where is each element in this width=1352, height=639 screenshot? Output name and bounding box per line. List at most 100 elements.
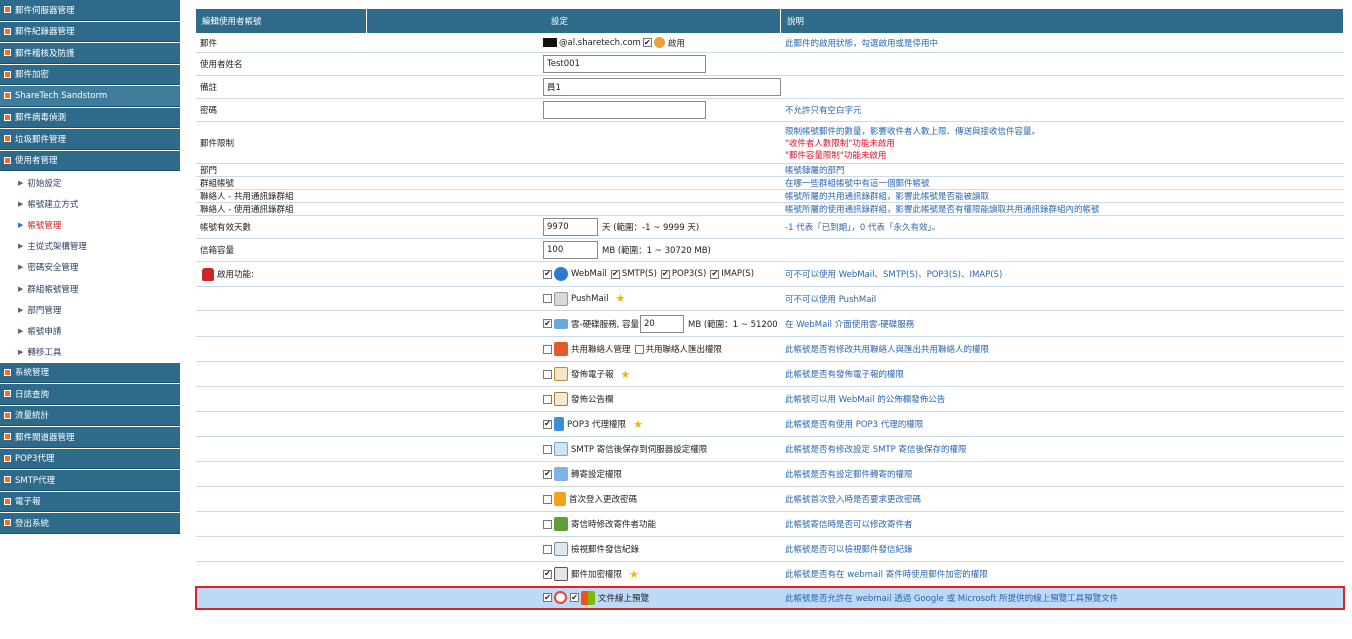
table-row: PushMail ★ 可不可以使用 PushMail [196, 287, 1344, 311]
table-row: 聯絡人 - 使用通訊錄群組 帳號所屬的使用通訊錄群組，影響此帳號是否有權限能讀取… [196, 203, 1344, 216]
note-input[interactable] [543, 78, 781, 96]
row-description: 此帳號首次登入時是否要求更改密碼 [785, 495, 922, 505]
pushmail-checkbox[interactable] [543, 294, 552, 303]
forward-mail-icon [554, 467, 568, 481]
sidebar-sub-password-security[interactable]: ▶ 密碼安全管理 [0, 257, 183, 278]
sidebar: 郵件伺服器管理 郵件紀錄器管理 郵件稽核及防護 郵件加密 ShareTech S… [0, 0, 183, 639]
quota-input[interactable] [543, 241, 598, 259]
header-col-edit: 編輯使用者帳號 [196, 9, 367, 33]
shared-contacts-export-checkbox[interactable] [634, 344, 644, 354]
sidebar-item-spam[interactable]: 垃圾郵件管理 [0, 129, 180, 150]
view-log-checkbox[interactable] [543, 544, 552, 554]
user-icon [653, 37, 665, 48]
row-description: 帳號隸屬的部門 [785, 166, 845, 176]
cloud-drive-icon [554, 318, 568, 329]
row-description: 此帳號寄信時是否可以修改寄件者 [785, 520, 913, 530]
sidebar-item-mail-server[interactable]: 郵件伺服器管理 [0, 0, 180, 21]
newsletter-checkbox[interactable] [543, 369, 552, 379]
cloud-quota-input[interactable] [639, 314, 684, 333]
sidebar-item-logout[interactable]: 登出系統 [0, 513, 180, 534]
sidebar-sub-apply[interactable]: ▶ 帳號申請 [0, 320, 183, 341]
sidebar-sub-initial[interactable]: ▶ 初始設定 [0, 172, 183, 193]
triangle-right-icon: ▶ [18, 220, 24, 229]
pushmail-icon [554, 291, 568, 306]
table-row: 密碼 不允許只有空白字元 [196, 99, 1344, 122]
sidebar-item-sandstorm[interactable]: ShareTech Sandstorm [0, 86, 180, 107]
sidebar-item-mail-recorder[interactable]: 郵件紀錄器管理 [0, 21, 180, 42]
row-description: 帳號所屬的共用通訊錄群組，影響此帳號是否能被讀取 [785, 192, 990, 202]
microsoft-icon [581, 590, 595, 605]
sidebar-sub-account-manage[interactable]: ▶ 帳號管理 [0, 214, 183, 235]
bullet-icon [4, 49, 11, 57]
row-description: 在哪一些群組帳號中有這一個郵件帳號 [785, 179, 930, 189]
row-label: 聯絡人 - 共用通訊錄群組 [200, 192, 294, 202]
smtp-checkbox[interactable]: ✔ [610, 269, 620, 279]
sidebar-sub-migrate[interactable]: ▶ 轉移工具 [0, 342, 183, 363]
cloud-checkbox[interactable]: ✔ [543, 319, 552, 328]
table-row: 發佈公告欄 此帳號可以用 WebMail 的公佈欄發佈公告 [196, 387, 1344, 412]
password-input[interactable] [543, 101, 706, 119]
sidebar-item-audit[interactable]: 郵件稽核及防護 [0, 43, 180, 64]
email-enable-checkbox[interactable]: ✔ [642, 38, 652, 47]
sidebar-item-virus[interactable]: 郵件病毒偵測 [0, 107, 180, 128]
row-description: 在 WebMail 介面使用雲-硬碟服務 [785, 319, 915, 330]
forward-checkbox[interactable]: ✔ [543, 469, 552, 479]
online-view-microsoft-checkbox[interactable]: ✔ [570, 593, 579, 602]
sidebar-sub-create-method[interactable]: ▶ 帳號建立方式 [0, 193, 183, 214]
table-row: ✔ POP3 代理權限 ★ 此帳號是否有使用 POP3 代理的權限 [196, 412, 1344, 437]
online-view-google-checkbox[interactable]: ✔ [543, 593, 552, 602]
username-input[interactable] [543, 55, 706, 73]
bullet-icon [4, 497, 11, 505]
contacts-icon [554, 342, 568, 356]
valid-days-input[interactable] [543, 218, 598, 236]
sidebar-item-encryption[interactable]: 郵件加密 [0, 64, 180, 85]
modify-sender-checkbox[interactable] [543, 519, 552, 529]
row-description: 可不可以使用 WebMail、SMTP(S)、POP3(S)、IMAP(S) [785, 270, 1003, 280]
first-login-checkbox[interactable] [543, 494, 552, 504]
row-label: 聯絡人 - 使用通訊錄群組 [200, 205, 294, 215]
bullet-icon [4, 411, 11, 419]
sidebar-sub-department[interactable]: ▶ 部門管理 [0, 299, 183, 320]
sidebar-item-traffic[interactable]: 流量統計 [0, 405, 180, 427]
sidebar-sub-group-account[interactable]: ▶ 群組帳號管理 [0, 278, 183, 299]
sidebar-item-gateway[interactable]: 郵件閘道器管理 [0, 427, 180, 448]
triangle-right-icon: ▶ [18, 178, 24, 187]
header-col-settings: 設定 [367, 9, 781, 33]
bullet-icon [4, 70, 11, 78]
padlock-icon [554, 492, 566, 506]
sidebar-item-pop3[interactable]: POP3代理 [0, 448, 180, 470]
row-description: 此帳號是否可以檢視郵件發信紀錄 [785, 545, 913, 555]
bullet-icon [4, 433, 11, 441]
row-description: 此帳號是否有修改設定 SMTP 寄信後保存的權限 [785, 445, 967, 455]
redacted-block [543, 38, 557, 47]
bulletin-checkbox[interactable] [543, 394, 552, 404]
triangle-right-icon: ▶ [18, 348, 24, 357]
bulletin-icon [554, 392, 568, 406]
pop3-proxy-checkbox[interactable]: ✔ [543, 419, 552, 429]
bullet-icon [4, 92, 11, 100]
webmail-checkbox[interactable]: ✔ [543, 269, 552, 279]
table-row: 聯絡人 - 共用通訊錄群組 帳號所屬的共用通訊錄群組，影響此帳號是否能被讀取 [196, 190, 1344, 203]
table-row: 檢視郵件發信紀錄 此帳號是否可以檢視郵件發信紀錄 [196, 537, 1344, 562]
bullet-icon [4, 519, 11, 527]
sidebar-item-system[interactable]: 系統管理 [0, 362, 180, 384]
account-edit-table: 編輯使用者帳號 設定 說明 郵件 @al.sharetech.com ✔ 啟用 … [195, 9, 1345, 610]
sidebar-sub-master-slave[interactable]: ▶ 主從式架構管理 [0, 236, 183, 257]
sidebar-item-newsletter[interactable]: 電子報 [0, 491, 180, 513]
row-label: 郵件限制 [200, 138, 235, 149]
table-row: 郵件 @al.sharetech.com ✔ 啟用 此郵件的啟用狀態，勾選啟用或… [196, 33, 1344, 53]
sidebar-item-smtp[interactable]: SMTP代理 [0, 470, 180, 491]
smtp-save-checkbox[interactable] [543, 444, 552, 454]
table-row: 帳號有效天數 天 (範圍：-1 ~ 9999 天) -1 代表「已到期」，0 代… [196, 216, 1344, 239]
row-description: 此帳號是否有設定郵件轉寄的權限 [785, 470, 913, 480]
row-description: -1 代表「已到期」，0 代表「永久有效」。 [785, 223, 941, 233]
imap-checkbox[interactable]: ✔ [710, 269, 720, 279]
sidebar-item-log[interactable]: 日誌查詢 [0, 384, 180, 405]
row-description: 此帳號是否有修改共用聯絡人與匯出共用聯絡人的權限 [785, 345, 990, 355]
sidebar-item-users[interactable]: 使用者管理 [0, 150, 180, 171]
triangle-right-icon: ▶ [18, 284, 24, 293]
shared-contacts-checkbox[interactable] [543, 344, 552, 354]
encrypt-checkbox[interactable]: ✔ [543, 569, 552, 579]
table-row: ✔ 轉寄設定權限 此帳號是否有設定郵件轉寄的權限 [196, 462, 1344, 487]
pop3-checkbox[interactable]: ✔ [660, 269, 670, 279]
